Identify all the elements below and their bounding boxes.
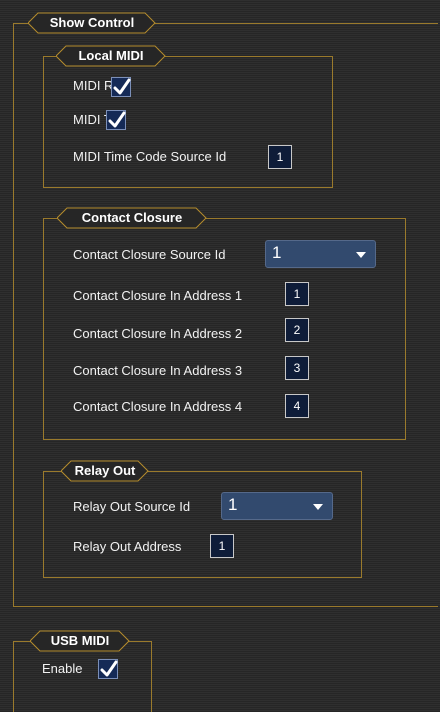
- chevron-down-icon: [313, 504, 323, 510]
- usb-midi-tab: USB MIDI: [30, 630, 130, 652]
- usb-enable-label: Enable: [42, 661, 83, 676]
- mtc-source-field[interactable]: 1: [268, 145, 292, 169]
- cc-source-id-dropdown[interactable]: 1: [265, 240, 376, 268]
- local-midi-tab: Local MIDI: [56, 45, 166, 67]
- relay-out-tab: Relay Out: [61, 460, 149, 482]
- midi-rx-checkbox[interactable]: [111, 77, 131, 97]
- checkmark-icon: [108, 111, 126, 128]
- show-control-title: Show Control: [49, 15, 135, 30]
- show-control-tab: Show Control: [28, 12, 156, 34]
- cc-source-id-value: 1: [272, 243, 282, 262]
- chevron-down-icon: [356, 252, 366, 258]
- cc-in-address-1-field[interactable]: 1: [285, 282, 309, 306]
- relay-source-id-dropdown[interactable]: 1: [221, 492, 333, 520]
- contact-closure-tab: Contact Closure: [57, 207, 207, 229]
- checkmark-icon: [100, 660, 118, 677]
- cc-in-address-3-field[interactable]: 3: [285, 356, 309, 380]
- cc-in-address-3-label: Contact Closure In Address 3: [73, 363, 243, 378]
- local-midi-title: Local MIDI: [78, 48, 144, 63]
- relay-out-group: [43, 471, 362, 578]
- relay-address-label: Relay Out Address: [73, 539, 182, 554]
- cc-in-address-4-label: Contact Closure In Address 4: [73, 399, 243, 414]
- usb-enable-checkbox[interactable]: [98, 659, 118, 679]
- relay-source-id-value: 1: [228, 495, 238, 514]
- mtc-source-label: MIDI Time Code Source Id: [73, 149, 227, 164]
- checkmark-icon: [113, 78, 131, 95]
- relay-address-field[interactable]: 1: [210, 534, 234, 558]
- relay-source-id-label: Relay Out Source Id: [73, 499, 191, 514]
- cc-in-address-4-field[interactable]: 4: [285, 394, 309, 418]
- cc-in-address-2-field[interactable]: 2: [285, 318, 309, 342]
- contact-closure-title: Contact Closure: [81, 210, 183, 225]
- cc-source-id-label: Contact Closure Source Id: [73, 247, 226, 262]
- midi-tx-checkbox[interactable]: [106, 110, 126, 130]
- relay-out-title: Relay Out: [74, 463, 136, 478]
- cc-in-address-2-label: Contact Closure In Address 2: [73, 326, 243, 341]
- cc-in-address-1-label: Contact Closure In Address 1: [73, 288, 243, 303]
- usb-midi-title: USB MIDI: [50, 633, 110, 648]
